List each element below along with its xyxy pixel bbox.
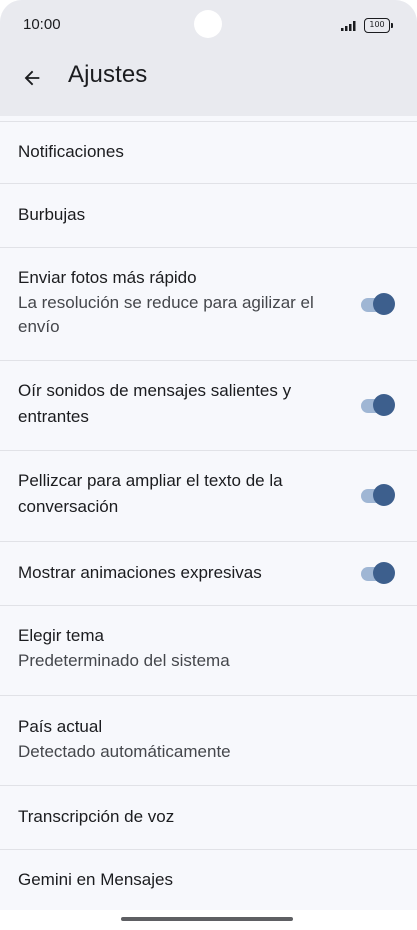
- settings-screen: 10:00 100 Ajustes Notificaciones Burbuja…: [0, 0, 417, 930]
- send-photos-faster-toggle[interactable]: [359, 292, 395, 316]
- setting-burbujas[interactable]: Burbujas: [0, 184, 417, 248]
- pinch-zoom-toggle[interactable]: [359, 483, 395, 507]
- setting-subtitle: Detectado automáticamente: [18, 742, 231, 761]
- setting-title: País actual: [18, 717, 103, 736]
- setting-title: Mostrar animaciones expresivas: [18, 563, 262, 582]
- setting-title: Pellizcar para ampliar el texto de la co…: [18, 471, 283, 516]
- setting-transcripcion-voz[interactable]: Transcripción de voz: [0, 786, 417, 850]
- message-sounds-toggle[interactable]: [359, 393, 395, 417]
- battery-icon: 100: [364, 18, 393, 33]
- setting-title: Oír sonidos de mensajes salientes y entr…: [18, 381, 292, 426]
- setting-title: Elegir tema: [18, 626, 104, 645]
- toggle-thumb: [373, 562, 395, 584]
- expressive-animations-toggle[interactable]: [359, 561, 395, 585]
- setting-title: Burbujas: [18, 205, 86, 224]
- status-time: 10:00: [23, 16, 61, 33]
- setting-enviar-fotos[interactable]: Enviar fotos más rápido La resolución se…: [0, 248, 417, 361]
- status-bar: 10:00 100: [0, 0, 417, 50]
- setting-gemini[interactable]: Gemini en Mensajes: [0, 850, 417, 912]
- setting-elegir-tema[interactable]: Elegir tema Predeterminado del sistema: [0, 606, 417, 696]
- setting-subtitle: Predeterminado del sistema: [18, 651, 230, 670]
- toggle-thumb: [373, 293, 395, 315]
- back-button[interactable]: [14, 62, 50, 94]
- setting-animaciones[interactable]: Mostrar animaciones expresivas: [0, 542, 417, 606]
- setting-title: Notificaciones: [18, 142, 124, 161]
- home-indicator[interactable]: [121, 917, 293, 921]
- setting-title: Transcripción de voz: [18, 807, 175, 826]
- setting-subtitle: La resolución se reduce para agilizar el…: [18, 293, 314, 336]
- setting-title: Enviar fotos más rápido: [18, 268, 197, 287]
- settings-list: Notificaciones Burbujas Enviar fotos más…: [0, 121, 417, 912]
- setting-title: Gemini en Mensajes: [18, 870, 173, 889]
- app-bar: 10:00 100 Ajustes: [0, 0, 417, 116]
- arrow-back-icon: [24, 70, 40, 86]
- toggle-thumb: [373, 394, 395, 416]
- setting-pellizcar[interactable]: Pellizcar para ampliar el texto de la co…: [0, 451, 417, 542]
- camera-cutout: [194, 10, 222, 38]
- signal-icon: [341, 21, 356, 31]
- setting-sonidos[interactable]: Oír sonidos de mensajes salientes y entr…: [0, 361, 417, 451]
- toggle-thumb: [373, 484, 395, 506]
- setting-notificaciones[interactable]: Notificaciones: [0, 122, 417, 184]
- page-title: Ajustes: [68, 61, 148, 88]
- setting-pais-actual[interactable]: País actual Detectado automáticamente: [0, 696, 417, 786]
